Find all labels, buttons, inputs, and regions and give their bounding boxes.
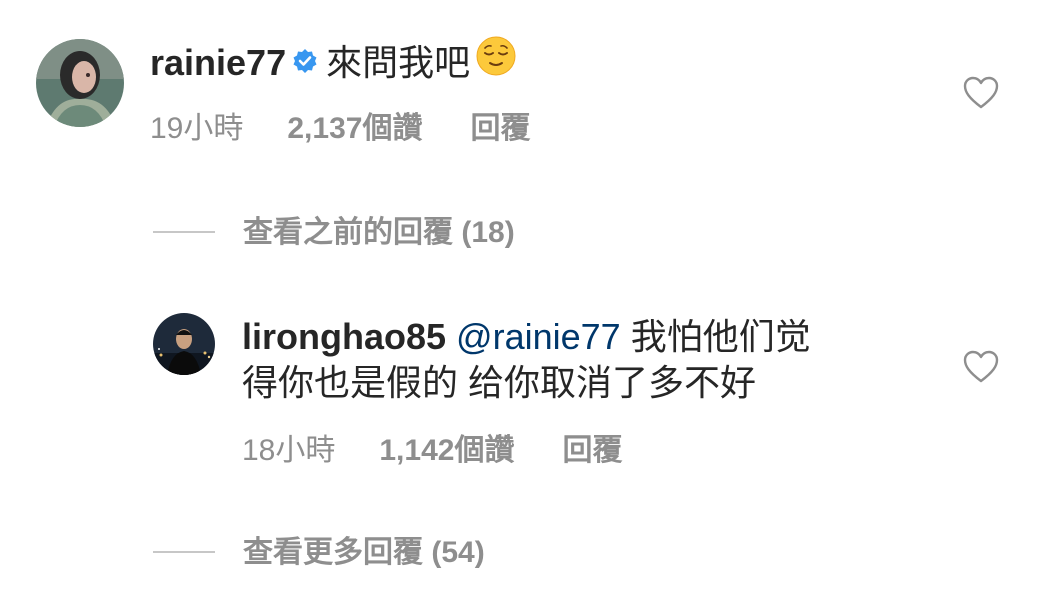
view-previous-replies-button[interactable]: 查看之前的回覆 (18) — [153, 213, 515, 253]
reply-likes[interactable]: 1,142個讚 — [379, 434, 514, 467]
verified-badge-icon — [292, 38, 318, 86]
divider-dash — [153, 231, 215, 234]
comment-reply-button[interactable]: 回覆 — [470, 112, 530, 145]
divider-dash — [153, 551, 215, 554]
comment-text-row: rainie77 來問我吧 — [150, 36, 516, 91]
reply-username[interactable]: lironghao85 — [242, 316, 446, 357]
comment-meta: 19小時 2,137個讚 回覆 — [150, 109, 530, 149]
reply-text-row-2: 得你也是假的 给你取消了多不好 — [242, 359, 756, 407]
rainie77-avatar[interactable] — [36, 39, 124, 127]
view-previous-replies-label: 查看之前的回覆 (18) — [243, 216, 515, 249]
view-more-replies-label: 查看更多回覆 (54) — [243, 536, 485, 569]
comments-thread: rainie77 來問我吧 19小時 2,137個讚 回覆 查看之前的回覆 (18) … — [0, 0, 1060, 596]
reply-like-heart-icon[interactable] — [963, 350, 999, 384]
reply-meta: 18小時 1,142個讚 回覆 — [242, 431, 622, 471]
comment-timestamp[interactable]: 19小時 — [150, 112, 243, 145]
reply-text-line1: 我怕他们觉 — [630, 316, 811, 357]
reply-text-row: lironghao85 @rainie77 我怕他们觉 — [242, 313, 811, 361]
comment-username[interactable]: rainie77 — [150, 42, 286, 83]
comment-text: 來問我吧 — [326, 42, 471, 83]
lironghao85-avatar[interactable] — [153, 313, 215, 375]
comment-likes[interactable]: 2,137個讚 — [287, 112, 422, 145]
reply-reply-button[interactable]: 回覆 — [562, 434, 622, 467]
reply-timestamp[interactable]: 18小時 — [242, 434, 335, 467]
reply-text-line2: 得你也是假的 给你取消了多不好 — [242, 362, 757, 403]
view-more-replies-button[interactable]: 查看更多回覆 (54) — [153, 533, 485, 573]
comment-like-heart-icon[interactable] — [963, 76, 999, 110]
reply-mention-link[interactable]: @rainie77 — [456, 316, 621, 357]
relieved-face-emoji — [476, 36, 516, 88]
